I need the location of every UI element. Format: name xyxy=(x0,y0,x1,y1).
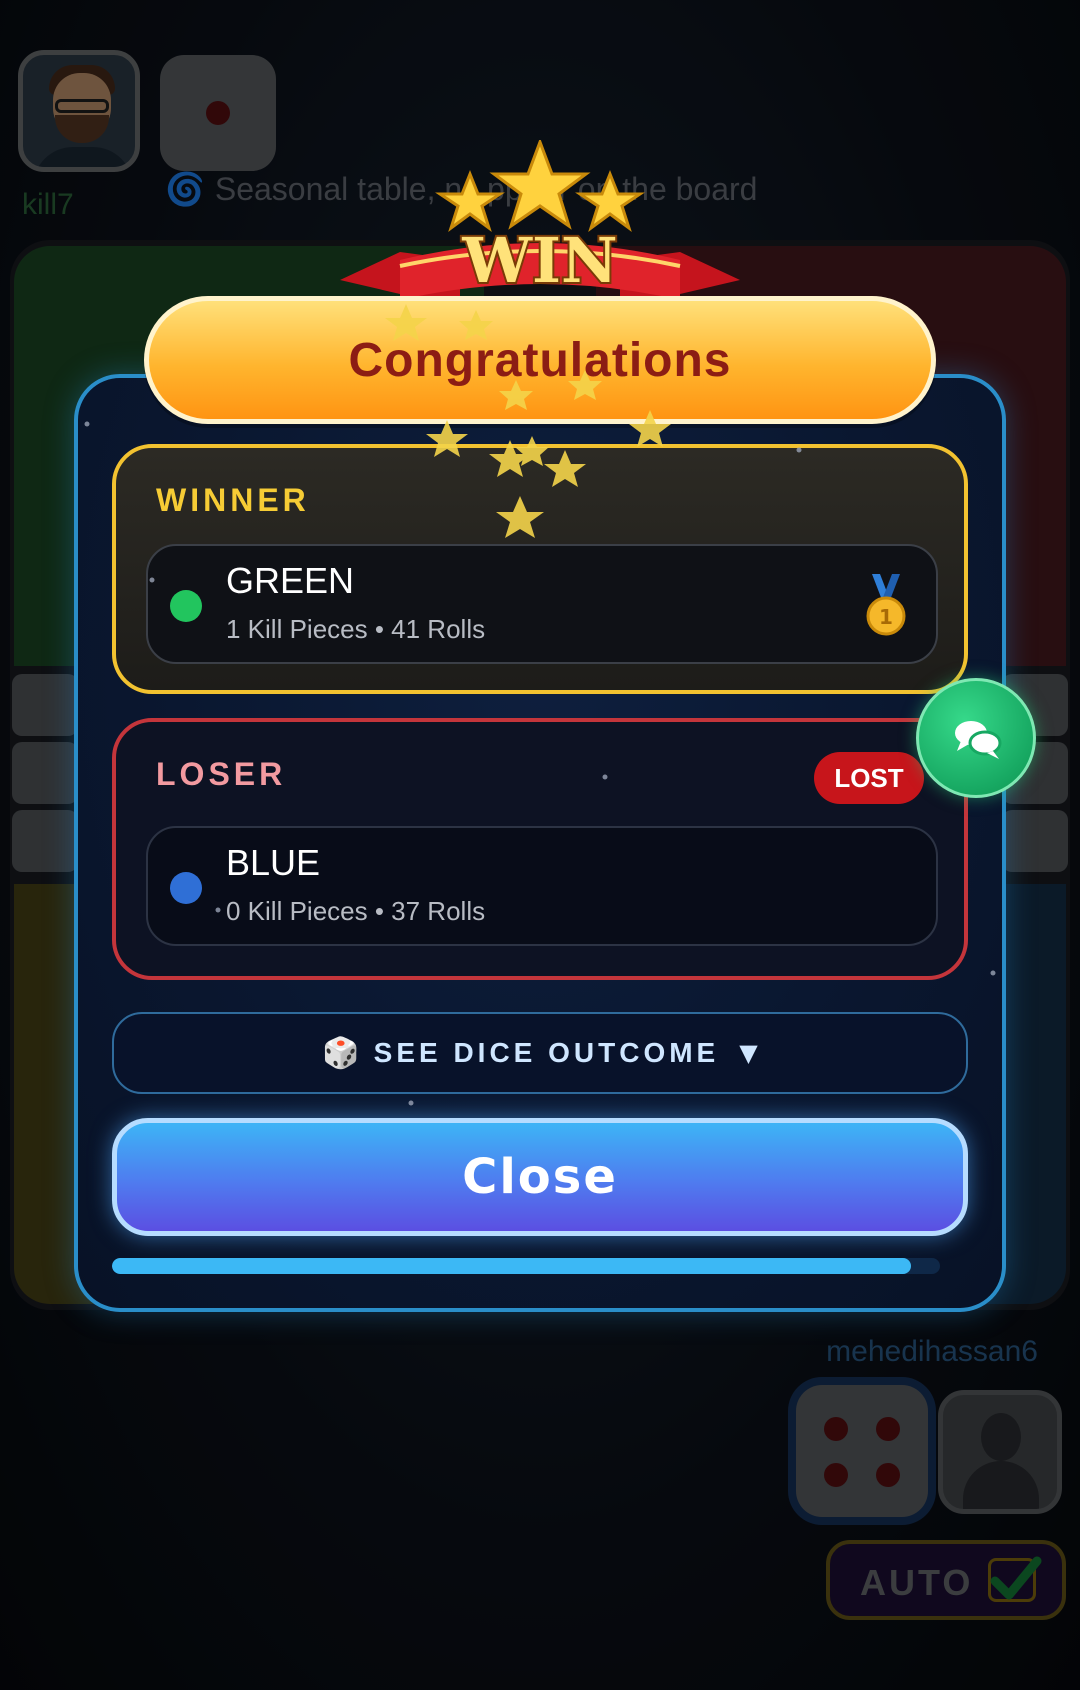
chevron-down-icon: ▼ xyxy=(739,1039,758,1067)
dice-icon: 🎲 xyxy=(322,1035,360,1071)
win-text: WIN xyxy=(461,224,617,297)
congratulations-banner: Congratulations xyxy=(144,296,936,424)
winner-color-name: GREEN xyxy=(226,560,355,601)
loser-panel: LOSER LOST BLUE 0 Kill Pieces • 37 Rolls xyxy=(112,718,968,980)
winner-panel: WINNER GREEN 1 Kill Pieces • 41 Rolls 1 xyxy=(112,444,968,694)
winner-section-label: WINNER xyxy=(156,482,310,518)
banner-title: Congratulations xyxy=(348,333,732,387)
first-place-medal-icon: 1 xyxy=(866,574,906,636)
win-badge: WIN xyxy=(435,140,645,299)
chat-bubbles-icon xyxy=(955,721,1002,759)
loser-color-name: BLUE xyxy=(226,842,321,883)
winner-player-row: GREEN 1 Kill Pieces • 41 Rolls 1 xyxy=(146,544,938,664)
close-label: Close xyxy=(462,1149,618,1205)
loser-color-dot xyxy=(170,872,202,904)
loser-stats: 0 Kill Pieces • 37 Rolls xyxy=(226,896,486,926)
winner-color-dot xyxy=(170,590,202,622)
auto-close-progress xyxy=(112,1258,940,1274)
loser-section-label: LOSER xyxy=(156,756,287,792)
see-dice-outcome-button[interactable]: 🎲 SEE DICE OUTCOME ▼ xyxy=(112,1012,968,1094)
dice-outcome-label: SEE DICE OUTCOME xyxy=(373,1037,720,1068)
loser-player-row: BLUE 0 Kill Pieces • 37 Rolls xyxy=(146,826,938,946)
winner-stats: 1 Kill Pieces • 41 Rolls xyxy=(226,614,486,644)
svg-text:1: 1 xyxy=(879,605,893,629)
chat-button[interactable] xyxy=(916,678,1036,798)
close-button[interactable]: Close xyxy=(112,1118,968,1236)
progress-fill xyxy=(112,1258,912,1274)
lost-badge: LOST xyxy=(814,752,924,804)
